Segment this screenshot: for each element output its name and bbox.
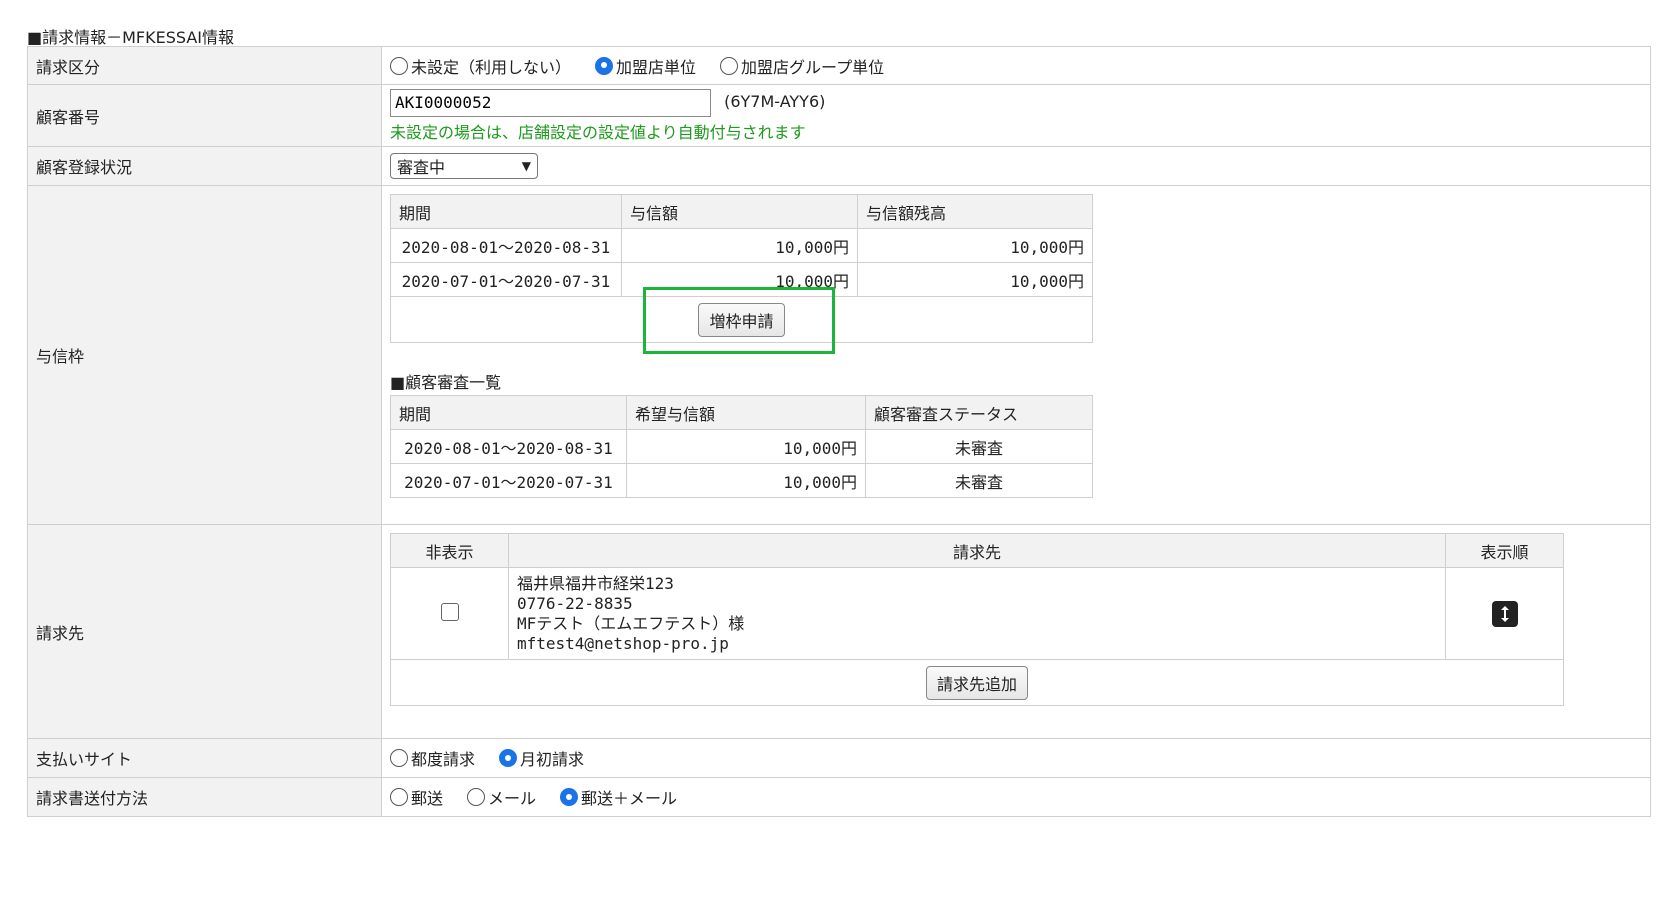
amount-cell: 10,000円 bbox=[621, 228, 858, 263]
billing-type-option-merchant-group[interactable]: 加盟店グループ単位 bbox=[720, 54, 884, 78]
invoice-delivery-option-post[interactable]: 郵送 bbox=[390, 785, 443, 809]
highlight-box bbox=[643, 287, 835, 354]
billing-type-row: 請求区分 未設定（利用しない） 加盟店単位 加盟店グループ単位 bbox=[27, 46, 1651, 85]
column-header: 請求先 bbox=[508, 533, 1446, 568]
select-value: 審査中 bbox=[397, 158, 446, 177]
sort-cell bbox=[1445, 567, 1564, 660]
billing-to-label: 請求先 bbox=[27, 524, 382, 739]
table-row: 福井県福井市経栄123 0776-22-8835 MFテスト（エムエフテスト）様… bbox=[390, 567, 1564, 660]
radio-off-icon bbox=[467, 788, 486, 806]
amount-cell: 10,000円 bbox=[626, 463, 866, 498]
period-cell: 2020-08-01～2020-08-31 bbox=[390, 228, 622, 263]
customer-number-input[interactable] bbox=[390, 88, 711, 117]
column-header: 表示順 bbox=[1445, 533, 1564, 568]
customer-number-row: 顧客番号 (6Y7M-AYY6) 未設定の場合は、店舗設定の設定値より自動付与さ… bbox=[27, 84, 1651, 147]
registration-status-label: 顧客登録状況 bbox=[27, 146, 382, 186]
invoice-delivery-option-both[interactable]: 郵送＋メール bbox=[560, 785, 677, 809]
column-header: 希望与信額 bbox=[626, 395, 866, 430]
hide-cell bbox=[390, 567, 509, 660]
section-title: ■請求情報－MFKESSAI情報 bbox=[27, 28, 235, 47]
radio-label: 郵送＋メール bbox=[581, 789, 678, 808]
review-list-title: ■顧客審査一覧 bbox=[390, 373, 502, 392]
radio-on-icon bbox=[499, 749, 518, 767]
add-button-cell: 請求先追加 bbox=[390, 659, 1564, 706]
column-header: 与信額残高 bbox=[857, 194, 1093, 229]
billing-type-label: 請求区分 bbox=[27, 46, 382, 85]
registration-status-select[interactable]: 審査中 ▼ bbox=[390, 153, 538, 179]
add-billing-to-button[interactable]: 請求先追加 bbox=[925, 665, 1028, 700]
chevron-down-icon: ▼ bbox=[521, 159, 531, 173]
radio-on-icon bbox=[595, 56, 614, 75]
billing-to-row: 請求先 非表示 請求先 表示順 福井県福井市経栄123 0776-22-8835… bbox=[27, 524, 1651, 739]
column-header: 非表示 bbox=[390, 533, 509, 568]
payment-site-label: 支払いサイト bbox=[27, 738, 382, 778]
radio-on-icon bbox=[560, 788, 579, 806]
billing-type-option-unset[interactable]: 未設定（利用しない） bbox=[390, 54, 571, 78]
registration-status-row: 顧客登録状況 審査中 ▼ bbox=[27, 146, 1651, 186]
balance-cell: 10,000円 bbox=[857, 262, 1093, 297]
radio-label: 未設定（利用しない） bbox=[411, 57, 572, 77]
amount-cell: 10,000円 bbox=[626, 429, 866, 464]
credit-limit-label: 与信枠 bbox=[27, 185, 382, 525]
period-cell: 2020-07-01～2020-07-31 bbox=[390, 262, 622, 297]
period-cell: 2020-08-01～2020-08-31 bbox=[390, 429, 627, 464]
table-row: 2020-07-01～2020-07-31 10,000円 未審査 bbox=[390, 463, 1093, 498]
billing-name: MFテスト（エムエフテスト）様 bbox=[517, 613, 745, 633]
sort-handle-icon[interactable] bbox=[1491, 600, 1518, 627]
billing-phone: 0776-22-8835 bbox=[517, 593, 633, 613]
radio-label: 郵送 bbox=[411, 789, 444, 808]
billing-type-option-merchant[interactable]: 加盟店単位 bbox=[595, 54, 696, 78]
customer-code: (6Y7M-AYY6) bbox=[724, 92, 826, 111]
credit-limit-row: 与信枠 期間 与信額 与信額残高 2020-08-01～2020-08-31 1… bbox=[27, 185, 1651, 525]
radio-off-icon bbox=[390, 788, 408, 806]
payment-site-option-monthly[interactable]: 月初請求 bbox=[499, 746, 584, 770]
status-cell: 未審査 bbox=[865, 463, 1093, 498]
radio-off-icon bbox=[390, 749, 408, 767]
radio-label: 月初請求 bbox=[520, 750, 585, 769]
billing-info-table: 請求区分 未設定（利用しない） 加盟店単位 加盟店グループ単位 顧客番号 AKI… bbox=[27, 46, 1651, 817]
table-row: 2020-08-01～2020-08-31 10,000円 10,000円 bbox=[390, 228, 1093, 263]
period-cell: 2020-07-01～2020-07-31 bbox=[390, 463, 627, 498]
billing-type-radio-group: 未設定（利用しない） 加盟店単位 加盟店グループ単位 bbox=[390, 54, 1642, 78]
table-row: 2020-08-01～2020-08-31 10,000円 未審査 bbox=[390, 429, 1093, 464]
radio-label: 都度請求 bbox=[411, 750, 476, 769]
invoice-delivery-row: 請求書送付方法 郵送 メール 郵送＋メール bbox=[27, 777, 1651, 817]
invoice-delivery-radio-group: 郵送 メール 郵送＋メール bbox=[390, 785, 1642, 809]
radio-label: メール bbox=[488, 789, 537, 808]
radio-off-icon bbox=[720, 56, 739, 75]
customer-number-hint: 未設定の場合は、店舗設定の設定値より自動付与されます bbox=[390, 122, 806, 142]
payment-site-option-each[interactable]: 都度請求 bbox=[390, 746, 475, 770]
invoice-delivery-label: 請求書送付方法 bbox=[27, 777, 382, 817]
billing-address-cell: 福井県福井市経栄123 0776-22-8835 MFテスト（エムエフテスト）様… bbox=[508, 567, 1446, 660]
payment-site-row: 支払いサイト 都度請求 月初請求 bbox=[27, 738, 1651, 778]
customer-number-label: 顧客番号 bbox=[27, 84, 382, 147]
invoice-delivery-option-mail[interactable]: メール bbox=[467, 785, 536, 809]
column-header: 与信額 bbox=[621, 194, 858, 229]
balance-cell: 10,000円 bbox=[857, 228, 1093, 263]
column-header: 期間 bbox=[390, 395, 627, 430]
radio-off-icon bbox=[390, 56, 408, 75]
status-cell: 未審査 bbox=[865, 429, 1093, 464]
hide-checkbox[interactable] bbox=[440, 602, 459, 621]
radio-label: 加盟店単位 bbox=[616, 57, 697, 77]
column-header: 期間 bbox=[390, 194, 622, 229]
review-table: 期間 希望与信額 顧客審査ステータス 2020-08-01～2020-08-31… bbox=[390, 395, 1093, 498]
radio-label: 加盟店グループ単位 bbox=[741, 57, 885, 77]
billing-email: mftest4@netshop-pro.jp bbox=[517, 633, 729, 653]
billing-to-table: 非表示 請求先 表示順 福井県福井市経栄123 0776-22-8835 MFテ… bbox=[390, 533, 1564, 706]
payment-site-radio-group: 都度請求 月初請求 bbox=[390, 746, 1642, 770]
column-header: 顧客審査ステータス bbox=[865, 395, 1093, 430]
billing-address: 福井県福井市経栄123 bbox=[517, 573, 674, 593]
